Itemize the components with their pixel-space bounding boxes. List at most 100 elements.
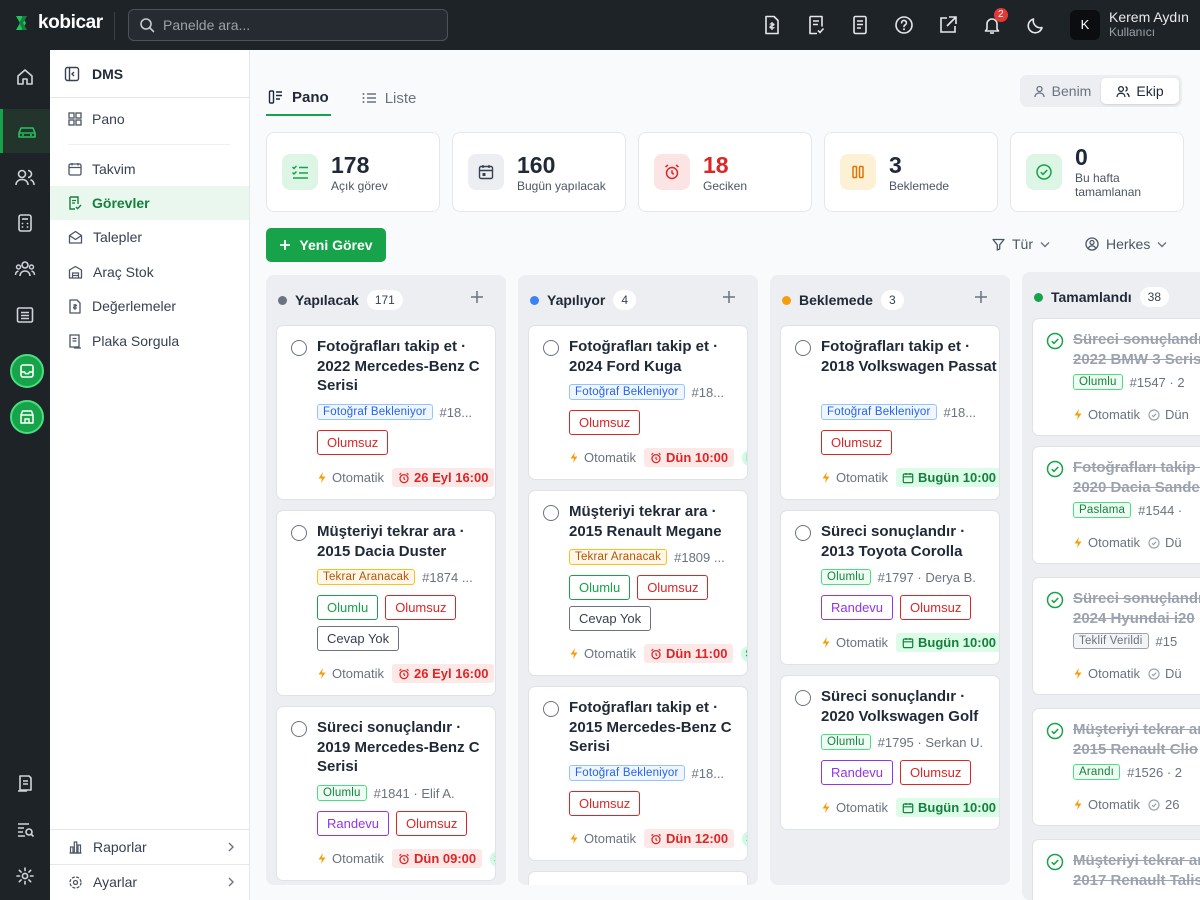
sidebar-item-raporlar[interactable]: Raporlar <box>50 829 249 864</box>
stat-card-waiting[interactable]: 3 Beklemede <box>824 132 998 212</box>
outcome-olumlu-button[interactable]: Olumlu <box>569 575 631 600</box>
outcome-olumsuz-button[interactable]: Olumsuz <box>900 760 972 785</box>
assignee-filter-dropdown[interactable]: Herkes <box>1085 236 1167 252</box>
auto-label: Otomatik <box>821 470 888 485</box>
type-filter-dropdown[interactable]: Tür <box>992 236 1050 252</box>
task-card[interactable]: Süreci sonuçlandır · 2022 BMW 3 Serisi O… <box>1032 318 1200 436</box>
complete-checkbox[interactable] <box>795 340 811 356</box>
document-icon[interactable] <box>848 13 872 37</box>
task-card[interactable]: Süreci sonuçlandır · 2013 Toyota Corolla… <box>780 510 1000 665</box>
rail-report-icon[interactable] <box>0 762 50 806</box>
scope-benim-button[interactable]: Benim <box>1023 78 1101 104</box>
card-meta: #1544 · <box>1138 502 1183 518</box>
calendar-icon <box>468 154 504 190</box>
task-card[interactable] <box>528 871 748 885</box>
auto-label: Otomatik <box>569 450 636 465</box>
task-card[interactable]: Süreci sonuçlandır · 2019 Mercedes-Benz … <box>276 706 496 881</box>
search-input[interactable] <box>163 17 433 33</box>
complete-checkbox[interactable] <box>795 690 811 706</box>
outcome-randevu-button[interactable]: Randevu <box>821 760 894 785</box>
completed-check-icon[interactable] <box>1046 722 1064 740</box>
outcome-cevap-yok-button[interactable]: Cevap Yok <box>569 606 652 631</box>
task-card[interactable]: Fotoğrafları takip et · 2015 Mercedes-Be… <box>528 686 748 861</box>
sidebar-item-takvim[interactable]: Takvim <box>50 152 249 186</box>
task-card[interactable]: Müşteriyi tekrar ara · 2015 Renault Clio… <box>1032 708 1200 826</box>
collapse-sidebar-icon[interactable] <box>64 66 80 82</box>
sidebar-item-plaka-sorgula[interactable]: Plaka Sorgula <box>50 324 249 358</box>
rail-search-list-icon[interactable] <box>0 808 50 852</box>
completed-check-icon[interactable] <box>1046 332 1064 350</box>
complete-checkbox[interactable] <box>291 340 307 356</box>
add-card-icon[interactable] <box>722 290 736 304</box>
tab-liste[interactable]: Liste <box>359 80 419 116</box>
task-card[interactable]: Fotoğrafları takip et · 2022 Mercedes-Be… <box>276 325 496 500</box>
notification-bell[interactable]: 2 <box>980 8 1008 37</box>
complete-checkbox[interactable] <box>543 340 559 356</box>
outcome-randevu-button[interactable]: Randevu <box>821 595 894 620</box>
search-box[interactable] <box>128 9 448 41</box>
outcome-olumsuz-button[interactable]: Olumsuz <box>385 595 457 620</box>
task-card[interactable]: Müşteriyi tekrar ara · 2017 Renault Tali… <box>1032 839 1200 900</box>
sidebar-item-arac-stok[interactable]: Araç Stok <box>50 255 249 289</box>
invoice-icon[interactable] <box>760 13 784 37</box>
rail-users-icon[interactable] <box>0 155 50 199</box>
avatar: K <box>1070 9 1100 40</box>
rail-car-icon[interactable] <box>0 109 50 153</box>
rail-team-icon[interactable] <box>0 247 50 291</box>
task-card[interactable]: Müşteriyi tekrar ara · 2015 Renault Mega… <box>528 490 748 676</box>
task-card[interactable]: Süreci sonuçlandır · 2024 Hyundai i20 Te… <box>1032 577 1200 695</box>
outcome-randevu-button[interactable]: Randevu <box>317 811 390 836</box>
external-link-icon[interactable] <box>936 13 960 37</box>
tab-pano[interactable]: Pano <box>266 80 331 116</box>
outcome-olumsuz-button[interactable]: Olumsuz <box>637 575 709 600</box>
task-card[interactable]: Fotoğrafları takip et · 2024 Ford Kuga F… <box>528 325 748 480</box>
outcome-cevap-yok-button[interactable]: Cevap Yok <box>317 626 400 651</box>
sidebar-item-talepler[interactable]: Talepler <box>50 220 249 254</box>
help-icon[interactable] <box>892 13 916 37</box>
outcome-olumlu-button[interactable]: Olumlu <box>317 595 379 620</box>
sidebar-item-gorevler[interactable]: Görevler <box>50 186 249 220</box>
complete-checkbox[interactable] <box>795 525 811 541</box>
new-task-button[interactable]: Yeni Görev <box>266 228 386 262</box>
add-card-icon[interactable] <box>974 290 988 304</box>
rail-settings-icon[interactable] <box>0 854 50 898</box>
complete-checkbox[interactable] <box>543 701 559 717</box>
status-badge: Olumlu <box>1073 374 1123 390</box>
sidebar-item-degerlemeler[interactable]: Değerlemeler <box>50 289 249 323</box>
check-circle-icon <box>1148 667 1160 680</box>
rail-home-icon[interactable] <box>0 55 50 99</box>
outcome-olumsuz-button[interactable]: Olumsuz <box>569 791 641 816</box>
stat-card-overdue[interactable]: 18 Geciken <box>638 132 812 212</box>
logo[interactable]: kobicar <box>14 12 103 34</box>
outcome-olumsuz-button[interactable]: Olumsuz <box>317 430 389 455</box>
task-card[interactable]: Süreci sonuçlandır · 2020 Volkswagen Gol… <box>780 675 1000 830</box>
dark-mode-icon[interactable] <box>1024 13 1048 37</box>
stat-card-open[interactable]: 178 Açık görev <box>266 132 440 212</box>
completed-check-icon[interactable] <box>1046 460 1064 478</box>
rail-inbox-icon[interactable] <box>10 354 44 388</box>
user-menu[interactable]: K Kerem Aydın Kullanıcı <box>1070 9 1189 40</box>
outcome-olumsuz-button[interactable]: Olumsuz <box>821 430 893 455</box>
task-card[interactable]: Fotoğrafları takip et · 2020 Dacia Sande… <box>1032 446 1200 564</box>
scope-ekip-button[interactable]: Ekip <box>1101 78 1179 104</box>
complete-checkbox[interactable] <box>291 525 307 541</box>
stat-card-today[interactable]: 160 Bugün yapılacak <box>452 132 626 212</box>
checklist-doc-icon[interactable] <box>804 13 828 37</box>
rail-list-icon[interactable] <box>0 293 50 337</box>
sidebar-item-pano[interactable]: Pano <box>50 102 249 136</box>
task-card[interactable]: Müşteriyi tekrar ara · 2015 Dacia Duster… <box>276 510 496 696</box>
sidebar-item-ayarlar[interactable]: Ayarlar <box>50 864 249 899</box>
task-card[interactable]: Fotoğrafları takip et · 2018 Volkswagen … <box>780 325 1000 500</box>
outcome-olumsuz-button[interactable]: Olumsuz <box>569 410 641 435</box>
completed-check-icon[interactable] <box>1046 591 1064 609</box>
complete-checkbox[interactable] <box>543 505 559 521</box>
stat-card-completed[interactable]: 0 Bu hafta tamamlanan <box>1010 132 1184 212</box>
sidebar-item-label: Görevler <box>92 195 150 211</box>
outcome-olumsuz-button[interactable]: Olumsuz <box>900 595 972 620</box>
rail-calculator-icon[interactable] <box>0 201 50 245</box>
add-card-icon[interactable] <box>470 290 484 304</box>
completed-check-icon[interactable] <box>1046 853 1064 871</box>
complete-checkbox[interactable] <box>291 721 307 737</box>
outcome-olumsuz-button[interactable]: Olumsuz <box>396 811 468 836</box>
rail-store-icon[interactable] <box>10 400 44 434</box>
